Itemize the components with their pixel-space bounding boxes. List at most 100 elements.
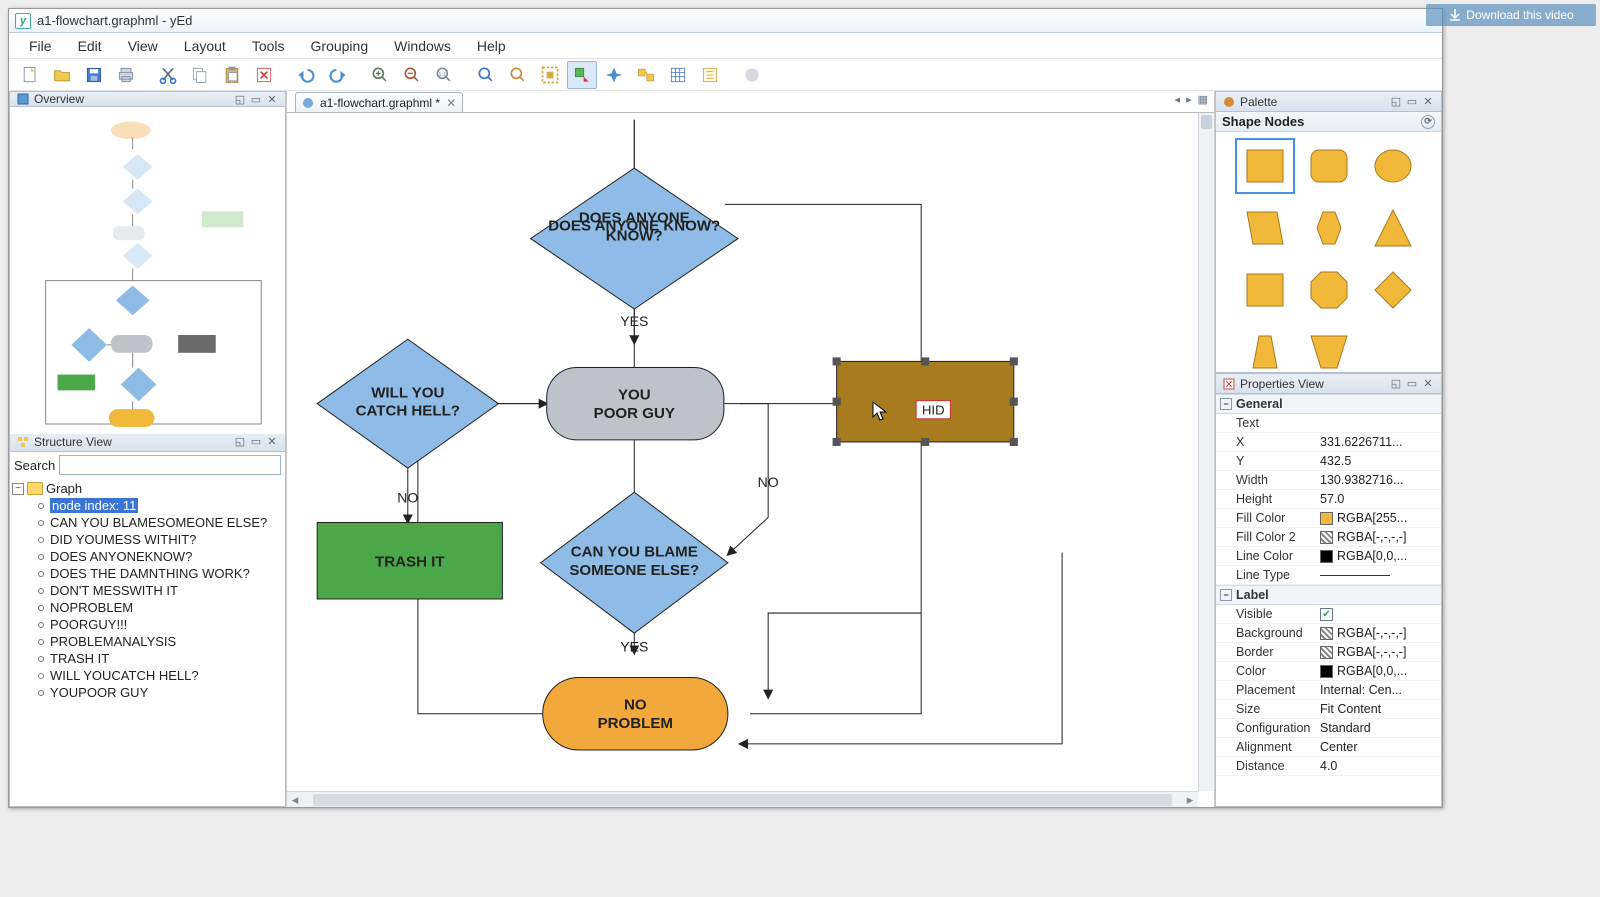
edit-mode-icon[interactable]: [567, 61, 597, 89]
shape-parallelogram[interactable]: [1235, 200, 1295, 256]
menu-help[interactable]: Help: [465, 34, 518, 58]
download-banner[interactable]: Download this video: [1426, 4, 1596, 26]
shape-diamond[interactable]: [1363, 262, 1423, 318]
tree-node[interactable]: POORGUY!!!: [38, 616, 283, 633]
prop-row[interactable]: PlacementInternal: Cen...: [1216, 681, 1441, 700]
zoom-out-icon[interactable]: [397, 61, 427, 89]
panel-restore-icon[interactable]: ◱: [1389, 377, 1403, 391]
prop-row[interactable]: ConfigurationStandard: [1216, 719, 1441, 738]
panel-close-icon[interactable]: ✕: [1421, 95, 1435, 109]
shape-rectangle-alt[interactable]: [1235, 262, 1295, 318]
menu-windows[interactable]: Windows: [382, 34, 463, 58]
tree-node[interactable]: DON'T MESSWITH IT: [38, 582, 283, 599]
shape-hexagon[interactable]: [1299, 200, 1359, 256]
prop-row[interactable]: Visible✔: [1216, 605, 1441, 624]
scroll-left-icon[interactable]: ◂: [287, 792, 303, 808]
tree-collapse-icon[interactable]: −: [12, 483, 24, 495]
close-tab-icon[interactable]: ✕: [446, 96, 456, 110]
panel-close-icon[interactable]: ✕: [265, 92, 279, 106]
prop-row[interactable]: Text: [1216, 414, 1441, 433]
panel-restore-icon[interactable]: ◱: [233, 92, 247, 106]
zoom-area-icon[interactable]: [503, 61, 533, 89]
shape-octagon[interactable]: [1299, 262, 1359, 318]
tree-root[interactable]: Graph: [46, 481, 82, 496]
zoom-in-icon[interactable]: [365, 61, 395, 89]
prop-row[interactable]: ColorRGBA[0,0,...: [1216, 662, 1441, 681]
navigation-mode-icon[interactable]: [599, 61, 629, 89]
tree-node[interactable]: NOPROBLEM: [38, 599, 283, 616]
redo-icon[interactable]: [323, 61, 353, 89]
prop-row[interactable]: Line Type: [1216, 566, 1441, 585]
prop-row[interactable]: BorderRGBA[-,-,-,-]: [1216, 643, 1441, 662]
zoom-selection-icon[interactable]: [471, 61, 501, 89]
panel-close-icon[interactable]: ✕: [1421, 377, 1435, 391]
tree-node[interactable]: WILL YOUCATCH HELL?: [38, 667, 283, 684]
undo-icon[interactable]: [291, 61, 321, 89]
magnifier-icon[interactable]: [631, 61, 661, 89]
prop-row[interactable]: AlignmentCenter: [1216, 738, 1441, 757]
print-icon[interactable]: [111, 61, 141, 89]
prop-group-label[interactable]: −Label: [1216, 585, 1441, 605]
prop-row[interactable]: Distance4.0: [1216, 757, 1441, 776]
tree-node[interactable]: DOES ANYONEKNOW?: [38, 548, 283, 565]
prop-row[interactable]: Fill ColorRGBA[255...: [1216, 509, 1441, 528]
delete-icon[interactable]: [249, 61, 279, 89]
scroll-right-icon[interactable]: ▸: [1182, 792, 1198, 808]
prop-row[interactable]: Y432.5: [1216, 452, 1441, 471]
prop-row[interactable]: SizeFit Content: [1216, 700, 1441, 719]
tree-node[interactable]: DOES THE DAMNTHING WORK?: [38, 565, 283, 582]
graph-canvas[interactable]: DOES ANYONE KNOW? DOES ANYONEKNOW? YES W…: [287, 113, 1198, 791]
menu-edit[interactable]: Edit: [66, 34, 114, 58]
paste-icon[interactable]: [217, 61, 247, 89]
structure-tree[interactable]: − Graph node index: 11 CAN YOU BLAMESOME…: [10, 478, 285, 806]
tree-node[interactable]: node index: 11: [38, 497, 283, 514]
panel-min-icon[interactable]: ▭: [1405, 377, 1419, 391]
prop-row[interactable]: Line ColorRGBA[0,0,...: [1216, 547, 1441, 566]
panel-min-icon[interactable]: ▭: [249, 92, 263, 106]
snap-icon[interactable]: [695, 61, 725, 89]
copy-icon[interactable]: [185, 61, 215, 89]
zoom-reset-icon[interactable]: 1:1: [429, 61, 459, 89]
tree-node[interactable]: TRASH IT: [38, 650, 283, 667]
prop-row[interactable]: X331.6226711...: [1216, 433, 1441, 452]
menu-grouping[interactable]: Grouping: [299, 34, 381, 58]
prop-group-general[interactable]: −General: [1216, 394, 1441, 414]
menu-file[interactable]: File: [17, 34, 64, 58]
vertical-scrollbar[interactable]: [1198, 113, 1214, 791]
shape-rectangle[interactable]: [1235, 138, 1295, 194]
shape-trapezoid-down[interactable]: [1299, 324, 1359, 372]
new-file-icon[interactable]: [15, 61, 45, 89]
refresh-icon[interactable]: ⟳: [1421, 115, 1435, 129]
cut-icon[interactable]: [153, 61, 183, 89]
menu-layout[interactable]: Layout: [172, 34, 238, 58]
tab-next-icon[interactable]: ▸: [1186, 93, 1192, 106]
tree-node[interactable]: YOUPOOR GUY: [38, 684, 283, 701]
save-icon[interactable]: [79, 61, 109, 89]
prop-row[interactable]: Height57.0: [1216, 490, 1441, 509]
overview-canvas[interactable]: [10, 107, 285, 434]
tree-node[interactable]: PROBLEMANALYSIS: [38, 633, 283, 650]
panel-restore-icon[interactable]: ◱: [233, 435, 247, 449]
shape-rounded-rectangle[interactable]: [1299, 138, 1359, 194]
shape-triangle[interactable]: [1363, 200, 1423, 256]
prop-row[interactable]: Width130.9382716...: [1216, 471, 1441, 490]
horizontal-scrollbar[interactable]: ◂ ▸: [287, 791, 1198, 807]
shape-trapezoid[interactable]: [1235, 324, 1295, 372]
panel-min-icon[interactable]: ▭: [1405, 95, 1419, 109]
tree-node[interactable]: DID YOUMESS WITHIT?: [38, 531, 283, 548]
tab-prev-icon[interactable]: ◂: [1175, 93, 1181, 106]
panel-min-icon[interactable]: ▭: [249, 435, 263, 449]
prop-row[interactable]: Fill Color 2RGBA[-,-,-,-]: [1216, 528, 1441, 547]
document-tab[interactable]: a1-flowchart.graphml * ✕: [295, 92, 463, 112]
menu-tools[interactable]: Tools: [240, 34, 297, 58]
tab-list-icon[interactable]: ▦: [1198, 93, 1208, 106]
panel-close-icon[interactable]: ✕: [265, 435, 279, 449]
search-input[interactable]: [59, 455, 281, 475]
shape-ellipse[interactable]: [1363, 138, 1423, 194]
tree-node[interactable]: CAN YOU BLAMESOMEONE ELSE?: [38, 514, 283, 531]
open-file-icon[interactable]: [47, 61, 77, 89]
panel-restore-icon[interactable]: ◱: [1389, 95, 1403, 109]
fit-content-icon[interactable]: [535, 61, 565, 89]
prop-row[interactable]: BackgroundRGBA[-,-,-,-]: [1216, 624, 1441, 643]
grid-icon[interactable]: [663, 61, 693, 89]
